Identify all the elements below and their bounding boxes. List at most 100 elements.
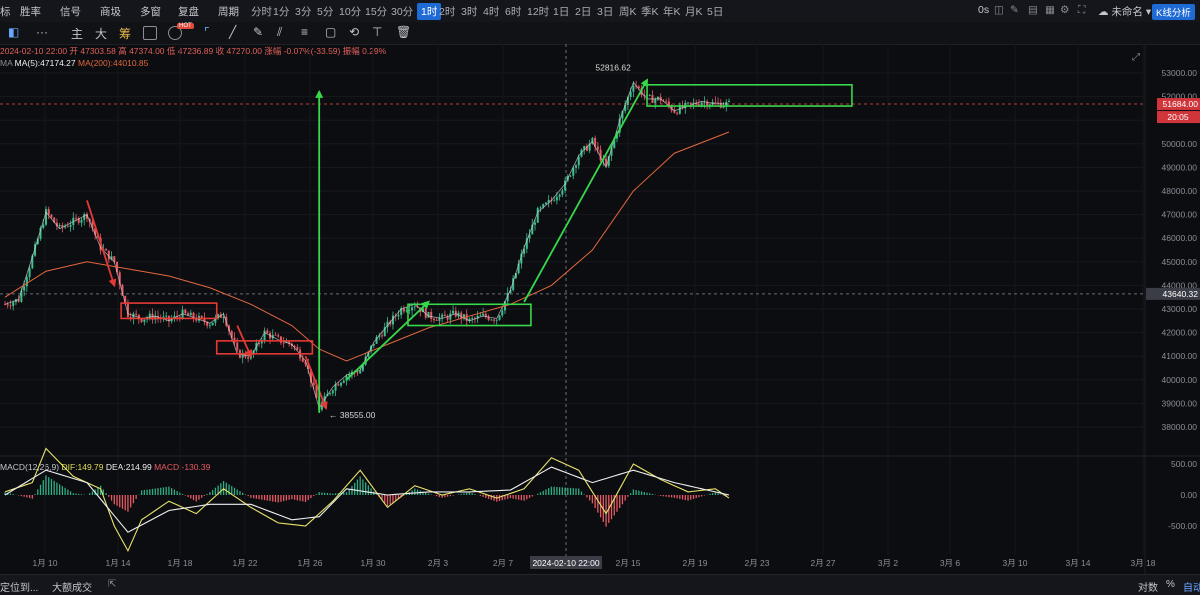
candle-body-59 (165, 315, 168, 317)
candle-body-156 (430, 311, 433, 319)
candle-body-207 (569, 175, 572, 177)
y-tick-label-3: 41000.00 (1162, 351, 1198, 361)
red-trend-arrow-2 (304, 355, 328, 410)
candle-body-66 (184, 309, 187, 314)
candle-body-100 (277, 335, 280, 337)
countdown-label: 20:05 (1167, 112, 1189, 122)
candle-body-144 (397, 315, 400, 317)
candle-body-160 (441, 314, 444, 318)
x-tick-label-12: 3月 2 (878, 558, 899, 568)
percent-scale-toggle[interactable]: % (1166, 579, 1175, 590)
candle-body-246 (676, 112, 679, 114)
candle-body-9 (28, 268, 31, 278)
locate-button[interactable]: 定位到... (0, 579, 38, 594)
candle-body-2 (9, 305, 12, 307)
candle-body-164 (452, 310, 455, 314)
y-tick-label-9: 47000.00 (1162, 210, 1198, 220)
candle-body-113 (312, 382, 315, 386)
y-tick-label-5: 43000.00 (1162, 304, 1198, 314)
candle-body-48 (135, 313, 138, 315)
candle-body-138 (381, 335, 384, 337)
candle-body-242 (665, 101, 668, 103)
candle-body-198 (544, 202, 547, 205)
bottom-bar: 定位到... 大额成交 ⇱ 对数 % 自动 (0, 574, 1200, 595)
x-tick-label-10: 2月 23 (744, 558, 769, 568)
crosshair-price-label: 43640.32 (1163, 289, 1199, 299)
y-tick-label-10: 48000.00 (1162, 186, 1198, 196)
candle-body-28 (80, 219, 83, 223)
green-range-box-1 (646, 84, 853, 107)
expand-icon[interactable]: ⤢ (1132, 52, 1140, 63)
candle-body-1 (6, 304, 9, 306)
candle-body-37 (105, 249, 108, 251)
candle-body-194 (534, 222, 537, 225)
y-tick-label-11: 49000.00 (1162, 162, 1198, 172)
candle-body-179 (493, 319, 496, 321)
y-tick-label-8: 46000.00 (1162, 233, 1198, 243)
x-tick-label-14: 3月 10 (1002, 558, 1027, 568)
x-tick-label-3: 1月 22 (232, 558, 257, 568)
x-tick-label-11: 2月 27 (810, 558, 835, 568)
candle-body-203 (558, 194, 561, 197)
high-annotation: 52816.62 (595, 63, 631, 73)
candle-body-251 (689, 102, 692, 104)
popout-icon[interactable]: ⇱ (108, 579, 116, 590)
y-tick-label-7: 45000.00 (1162, 257, 1198, 267)
macd-y-tick-0: 500.00 (1171, 459, 1197, 469)
candle-body-29 (83, 214, 86, 220)
candle-body-157 (432, 318, 435, 321)
candle-body-181 (498, 315, 501, 320)
candle-body-201 (553, 200, 556, 202)
candle-body-14 (42, 224, 45, 228)
candle-body-210 (577, 156, 580, 166)
candle-body-72 (200, 316, 203, 318)
candle-body-24 (69, 224, 72, 227)
candle-body-7 (23, 286, 26, 291)
candle-body-146 (402, 308, 405, 312)
candle-body-195 (536, 208, 539, 223)
macd-dif-line (4, 447, 730, 553)
macd-histogram (4, 475, 727, 527)
y-tick-label-2: 40000.00 (1162, 375, 1198, 385)
candle-body-158 (435, 320, 438, 321)
x-tick-label-15: 3月 14 (1065, 558, 1090, 568)
candle-body-238 (654, 99, 657, 103)
candle-body-102 (282, 342, 285, 344)
candle-body-202 (555, 196, 558, 201)
candle-body-68 (189, 312, 192, 316)
auto-scale-toggle[interactable]: 自动 (1183, 579, 1200, 594)
candle-body-236 (648, 95, 651, 96)
y-tick-label-0: 38000.00 (1162, 422, 1198, 432)
candles (4, 80, 730, 412)
candle-body-122 (337, 384, 340, 386)
crosshair-date-label: 2024-02-10 22:00 (532, 558, 599, 568)
candle-body-99 (274, 334, 277, 336)
candle-body-16 (47, 209, 50, 215)
big-deals-button[interactable]: 大额成交 (52, 579, 92, 594)
candle-body-129 (356, 372, 359, 374)
x-tick-label-5: 1月 30 (360, 558, 385, 568)
candle-body-17 (50, 214, 53, 218)
candle-body-85 (236, 342, 239, 351)
candle-body-174 (479, 315, 482, 317)
candle-body-149 (411, 307, 414, 311)
x-tick-label-2: 1月 18 (167, 558, 192, 568)
log-scale-toggle[interactable]: 对数 (1138, 579, 1158, 594)
candle-body-8 (25, 277, 28, 287)
candle-body-204 (561, 190, 564, 195)
ma200-line (4, 131, 730, 362)
candle-body-161 (443, 314, 446, 317)
x-tick-label-13: 3月 6 (940, 558, 961, 568)
candle-body-178 (490, 319, 493, 321)
candle-body-3 (12, 302, 15, 306)
price-chart[interactable]: 38000.00 39000.00 40000.00 41000.00 42000.00… (0, 0, 1200, 594)
x-tick-label-7: 2月 7 (493, 558, 514, 568)
candle-body-230 (632, 85, 635, 92)
candle-body-255 (700, 102, 703, 106)
candle-body-75 (208, 325, 211, 327)
candle-body-101 (279, 336, 282, 343)
candle-body-26 (75, 217, 78, 219)
y-tick-label-12: 50000.00 (1162, 139, 1198, 149)
x-tick-label-8: 2月 15 (615, 558, 640, 568)
macd-y-tick-1: 0.00 (1180, 490, 1197, 500)
